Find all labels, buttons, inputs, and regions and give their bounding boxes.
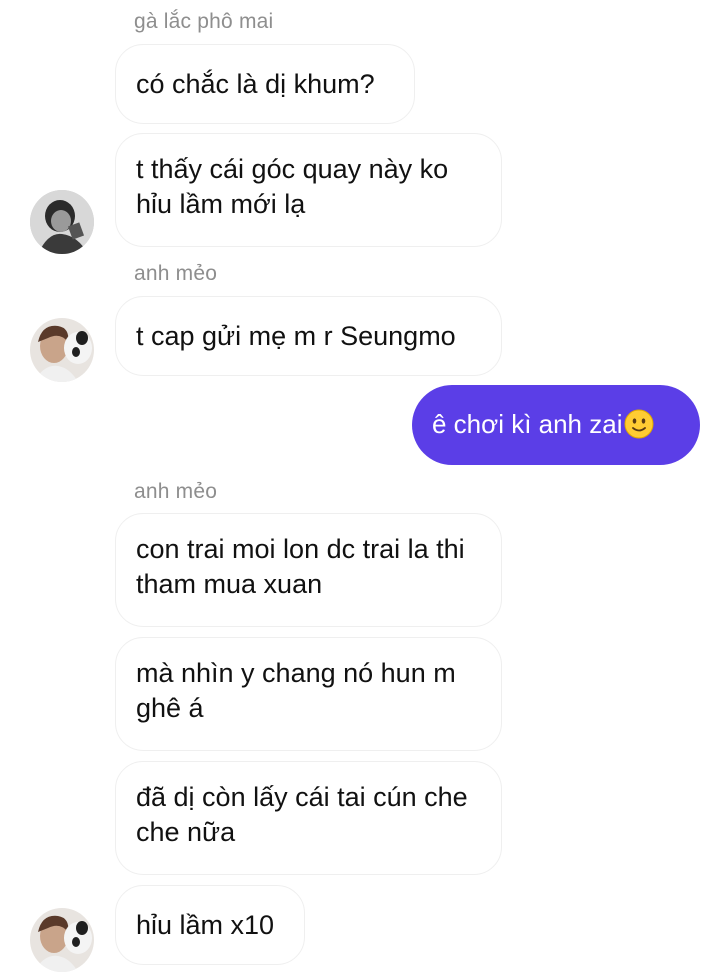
message-bubble[interactable]: t thấy cái góc quay này ko hỉu lầm mới l… [115, 133, 502, 247]
message-text: có chắc là dị khum? [136, 69, 375, 99]
avatar[interactable] [30, 190, 94, 254]
sender-name: gà lắc phô mai [134, 10, 274, 33]
message-text: t thấy cái góc quay này ko hỉu lầm mới l… [136, 154, 449, 219]
message-text: mà nhìn y chang nó hun m ghê á [136, 658, 456, 723]
message-text: đã dị còn lấy cái tai cún che che nữa [136, 782, 468, 847]
message-text: t cap gửi mẹ m r Seungmo [136, 321, 456, 351]
avatar[interactable] [30, 908, 94, 972]
sender-name: anh mẻo [134, 262, 218, 285]
avatar[interactable] [30, 318, 94, 382]
message-bubble[interactable]: có chắc là dị khum? [115, 44, 415, 124]
message-bubble[interactable]: t cap gửi mẹ m r Seungmo [115, 296, 502, 376]
message-bubble[interactable]: hỉu lầm x10 [115, 885, 305, 965]
own-message-bubble[interactable]: ê chơi kì anh zai [412, 385, 700, 465]
sender-name: anh mẻo [134, 480, 218, 503]
message-text: hỉu lầm x10 [136, 910, 275, 940]
message-bubble[interactable]: mà nhìn y chang nó hun m ghê á [115, 637, 502, 751]
slightly-smiling-face-emoji-icon [624, 409, 654, 439]
message-text: ê chơi kì anh zai [432, 409, 623, 439]
message-text: con trai moi lon dc trai la thi tham mua… [136, 534, 465, 599]
message-bubble[interactable]: con trai moi lon dc trai la thi tham mua… [115, 513, 502, 627]
message-bubble[interactable]: đã dị còn lấy cái tai cún che che nữa [115, 761, 502, 875]
